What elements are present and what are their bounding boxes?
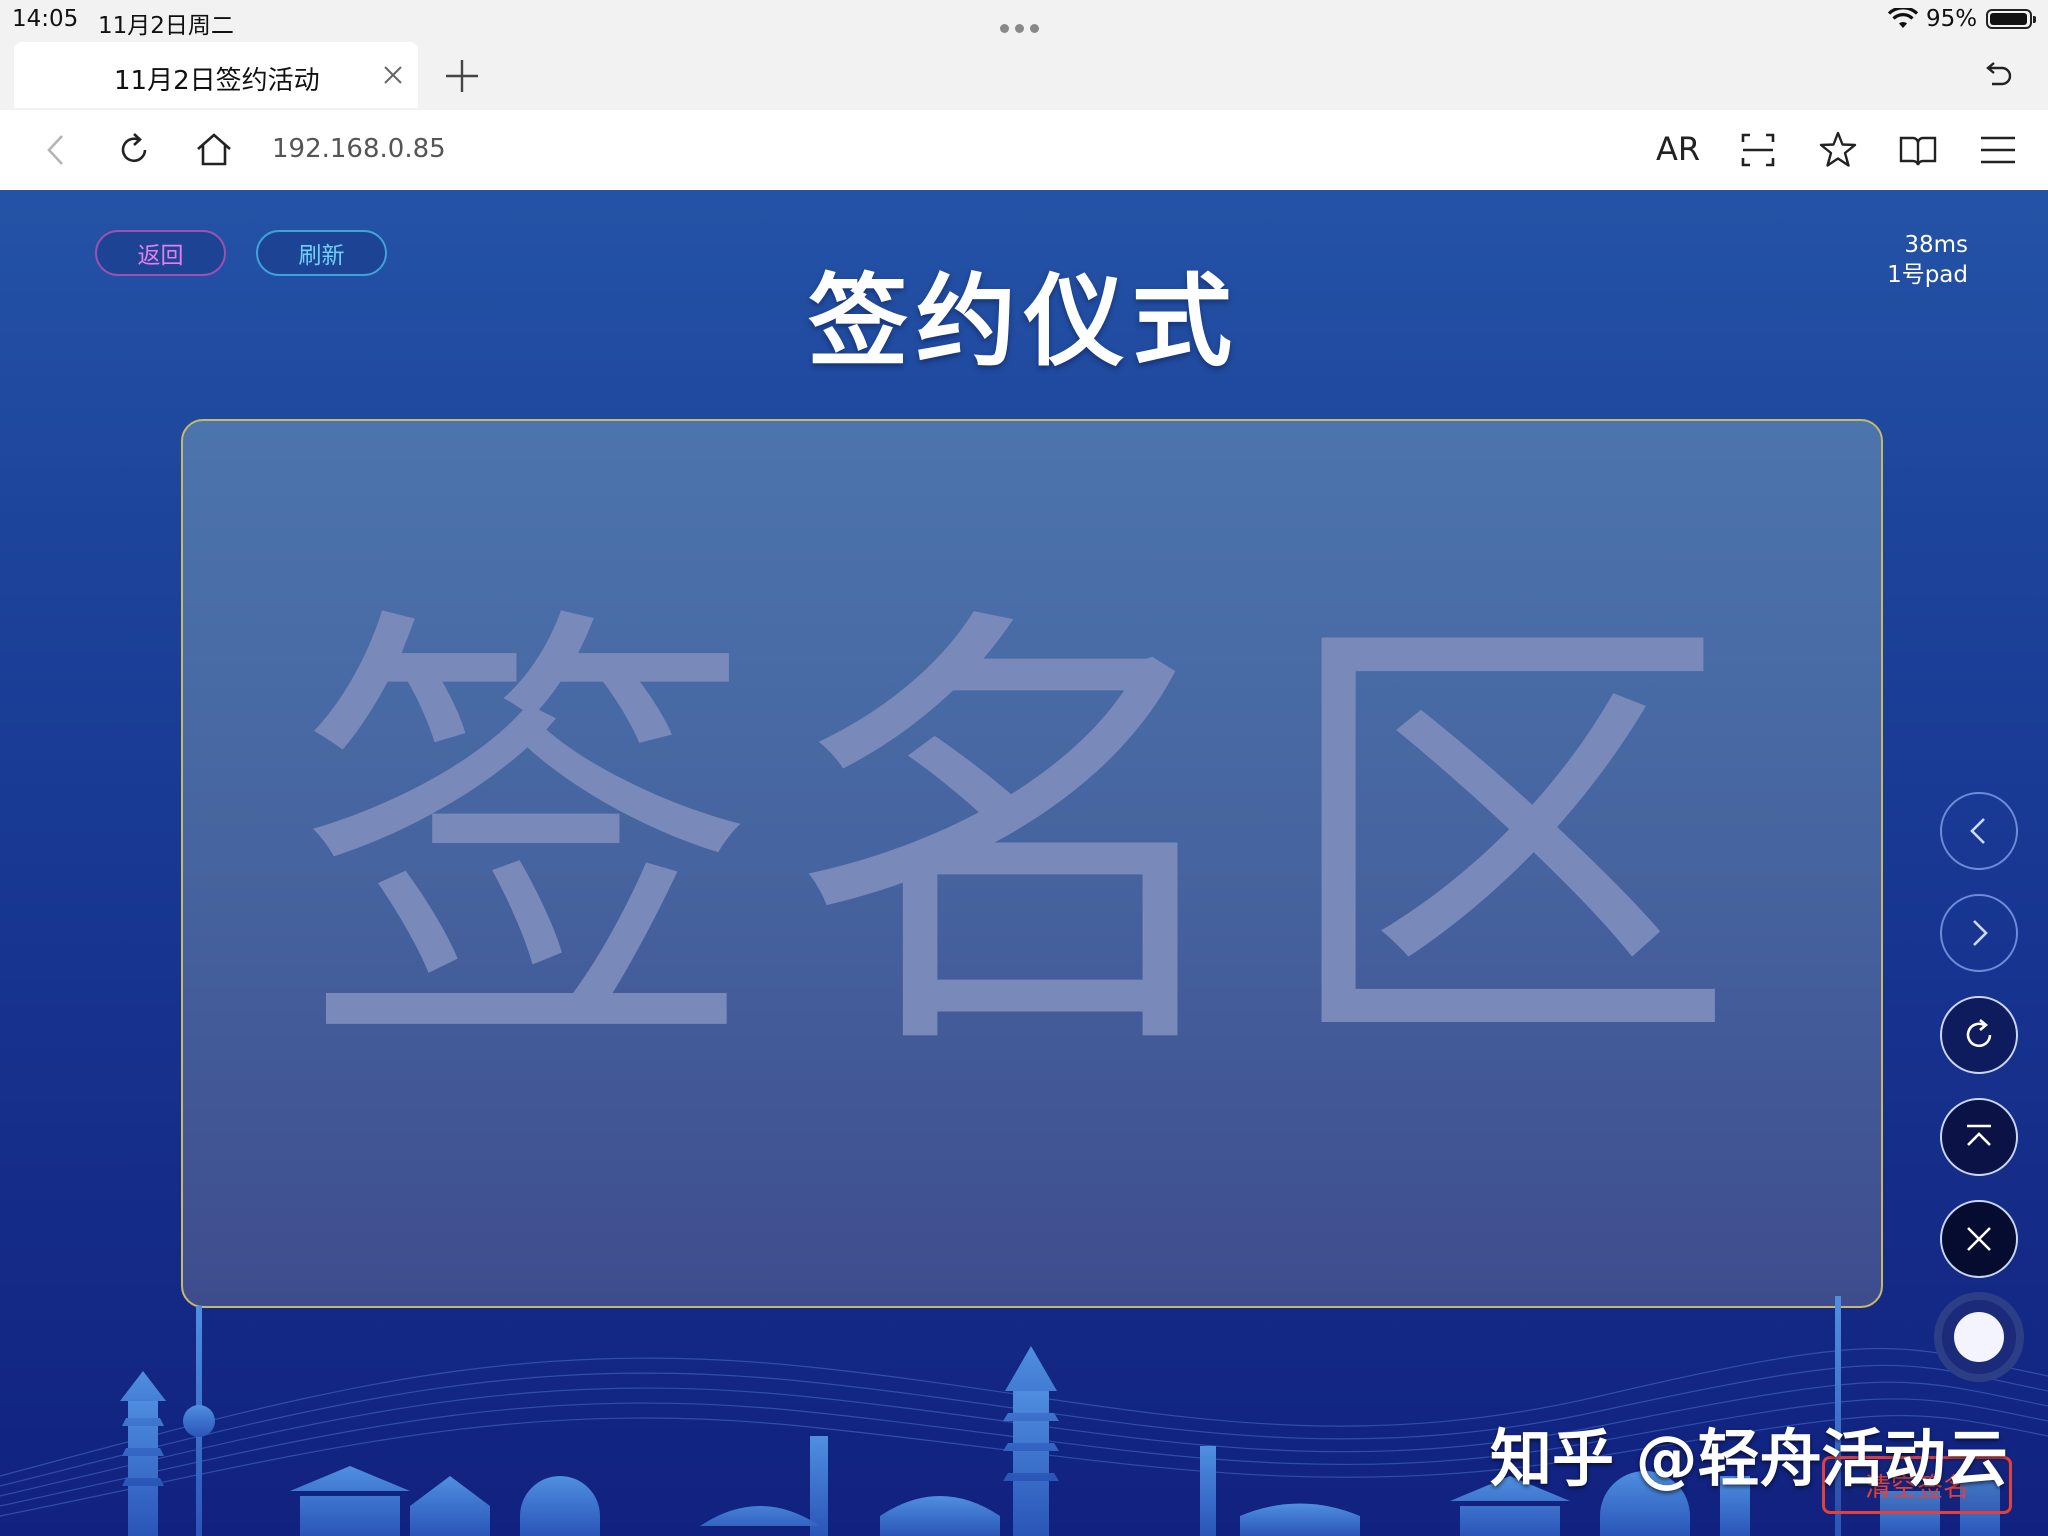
new-tab-icon[interactable] xyxy=(444,58,480,94)
navigation-bar: 192.168.0.85 AR xyxy=(0,110,2048,191)
star-icon[interactable] xyxy=(1818,130,1858,170)
status-bar: 14:05 11月2日周二 95% xyxy=(0,0,2048,40)
signature-canvas[interactable]: 签名区 xyxy=(181,419,1883,1308)
wifi-icon xyxy=(1888,8,1918,28)
tab-active[interactable]: 11月2日签约活动 xyxy=(14,42,418,108)
page-title: 签约仪式 xyxy=(808,263,1240,380)
status-date: 11月2日周二 xyxy=(98,13,234,39)
multitask-dots-icon[interactable] xyxy=(1000,18,1048,33)
undo-icon[interactable] xyxy=(1980,60,2014,94)
pen-color-button[interactable] xyxy=(1934,1292,2024,1382)
tab-bar: 11月2日签约活动 xyxy=(0,40,2048,110)
close-icon xyxy=(1967,1227,1991,1251)
prev-page-button[interactable] xyxy=(1940,792,2018,870)
device-name: 1号pad xyxy=(1887,262,1968,288)
latency-value: 38ms xyxy=(1904,232,1968,258)
url-field[interactable]: 192.168.0.85 xyxy=(272,134,446,164)
scan-icon[interactable] xyxy=(1738,130,1778,170)
ar-button[interactable]: AR xyxy=(1656,130,1700,168)
watermark: 知乎 @轻舟活动云 xyxy=(1490,1422,2008,1495)
menu-icon[interactable] xyxy=(1978,130,2018,170)
rotate-button[interactable] xyxy=(1940,996,2018,1074)
tab-title: 11月2日签约活动 xyxy=(114,66,320,96)
rotate-icon xyxy=(1966,1019,1992,1048)
close-tab-icon[interactable] xyxy=(382,64,404,86)
prev-icon xyxy=(1970,818,1985,844)
scroll-top-button[interactable] xyxy=(1940,1098,2018,1176)
back-icon[interactable] xyxy=(36,130,76,170)
battery-percent: 95% xyxy=(1926,6,1978,32)
signature-placeholder: 签名区 xyxy=(297,573,1767,1108)
status-info: 38ms 1号pad xyxy=(1887,230,1968,290)
book-icon[interactable] xyxy=(1898,130,1938,170)
next-page-button[interactable] xyxy=(1940,894,2018,972)
signing-page: 返回 刷新 签约仪式 38ms 1号pad 签名区 清空签名 知乎 @轻舟活动云 xyxy=(0,190,2048,1536)
pen-color-icon xyxy=(1954,1312,2004,1362)
status-time: 14:05 xyxy=(12,6,79,32)
battery-icon xyxy=(1986,9,2036,29)
next-icon xyxy=(1973,920,1988,946)
close-button[interactable] xyxy=(1940,1200,2018,1278)
reload-icon[interactable] xyxy=(114,130,154,170)
top-icon xyxy=(1967,1124,1991,1146)
home-icon[interactable] xyxy=(194,130,234,170)
